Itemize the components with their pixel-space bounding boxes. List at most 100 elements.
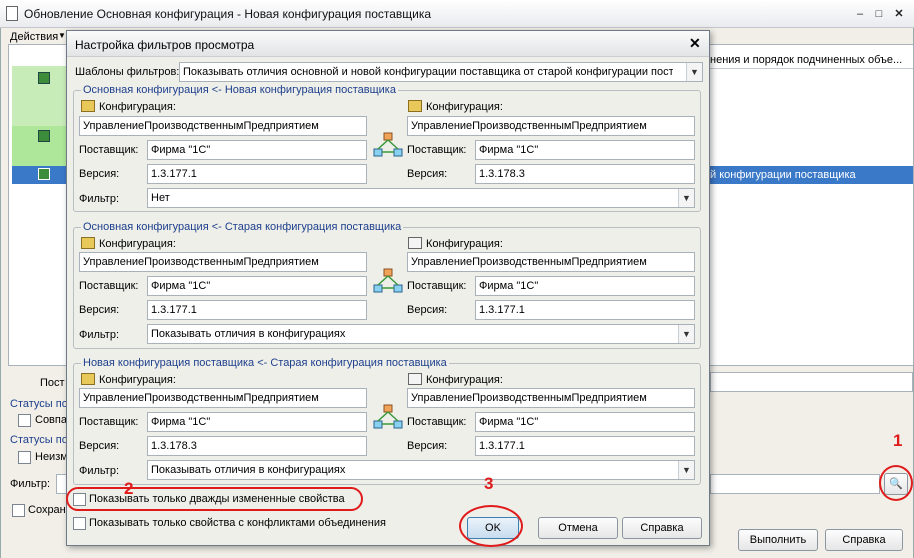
- vendor-field: Фирма "1С": [147, 412, 367, 432]
- version-label: Версия:: [407, 304, 448, 316]
- maximize-icon[interactable]: □: [871, 6, 887, 22]
- version-field: 1.3.178.3: [147, 436, 367, 456]
- compare-diagram-icon: [373, 404, 403, 430]
- config-field: УправлениеПроизводственнымПредприятием: [79, 252, 367, 272]
- filter-field-right[interactable]: [710, 474, 880, 494]
- statuses-label-1: Статусы по: [10, 398, 68, 410]
- selected-row-text: й конфигурации поставщика: [710, 169, 856, 181]
- version-field: 1.3.177.1: [147, 300, 367, 320]
- minimize-icon[interactable]: –: [852, 6, 868, 22]
- vendor-label: Поставщик:: [79, 144, 139, 156]
- conflicts-label: Показывать только свойства с конфликтами…: [89, 517, 386, 529]
- group-title: Основная конфигурация <- Старая конфигур…: [81, 221, 404, 233]
- annotation-number-1: 1: [893, 431, 903, 450]
- config-icon: [81, 237, 95, 249]
- version-label: Версия:: [79, 304, 120, 316]
- group-filter-select[interactable]: Нет ▼: [147, 188, 695, 208]
- version-field: 1.3.177.1: [147, 164, 367, 184]
- vendor-field: Фирма "1С": [475, 140, 695, 160]
- vendor-label: Поставщик:: [79, 280, 139, 292]
- match-checkbox[interactable]: [18, 414, 31, 427]
- dialog-help-button[interactable]: Справка: [622, 517, 702, 539]
- document-icon: [6, 6, 18, 21]
- vendor-field: Фирма "1С": [147, 140, 367, 160]
- version-label: Версия:: [79, 440, 120, 452]
- post-label: Пост: [40, 377, 65, 389]
- version-field: 1.3.177.1: [475, 300, 695, 320]
- save-checkbox-label: Сохран: [28, 504, 66, 516]
- chevron-down-icon[interactable]: ▼: [678, 325, 694, 343]
- unchanged-checkbox-label: Неизм: [35, 451, 68, 463]
- config-field: УправлениеПроизводственнымПредприятием: [407, 388, 695, 408]
- close-icon[interactable]: ✕: [891, 6, 907, 22]
- config-field: УправлениеПроизводственнымПредприятием: [407, 252, 695, 272]
- main-window-title: Обновление Основная конфигурация - Новая…: [24, 7, 432, 21]
- compare-diagram-icon: [373, 268, 403, 294]
- config-label: Конфигурация:: [426, 238, 503, 250]
- chevron-down-icon[interactable]: ▼: [686, 63, 702, 81]
- version-label: Версия:: [407, 440, 448, 452]
- config-label: Конфигурация:: [99, 101, 176, 113]
- annotation-circle-search: [879, 465, 913, 501]
- config-icon: [81, 100, 95, 112]
- pencil-icon: [38, 72, 50, 84]
- config-file-icon: [408, 373, 422, 385]
- post-field[interactable]: [710, 372, 913, 392]
- dialog-close-icon[interactable]: ✕: [689, 35, 701, 52]
- version-field: 1.3.177.1: [475, 436, 695, 456]
- version-label: Версия:: [407, 168, 448, 180]
- group-filter-label: Фильтр:: [79, 465, 120, 477]
- dialog-titlebar: Настройка фильтров просмотра ✕: [67, 31, 709, 57]
- conflicts-checkbox[interactable]: [73, 517, 86, 530]
- actions-menu[interactable]: Действия: [10, 31, 58, 43]
- match-checkbox-label: Совпа: [35, 414, 67, 426]
- annotation-number-3: 3: [484, 474, 494, 493]
- save-checkbox[interactable]: [12, 504, 25, 517]
- group-filter-label: Фильтр:: [79, 193, 120, 205]
- unchanged-checkbox[interactable]: [18, 451, 31, 464]
- vendor-field: Фирма "1С": [475, 412, 695, 432]
- templates-select[interactable]: Показывать отличия основной и новой конф…: [179, 62, 703, 82]
- run-button[interactable]: Выполнить: [738, 529, 818, 551]
- config-label: Конфигурация:: [99, 374, 176, 386]
- templates-label: Шаблоны фильтров:: [75, 66, 180, 78]
- main-titlebar: Обновление Основная конфигурация - Новая…: [0, 0, 914, 28]
- config-field: УправлениеПроизводственнымПредприятием: [407, 116, 695, 136]
- grid-header-line: [710, 68, 913, 69]
- dialog-title: Настройка фильтров просмотра: [75, 38, 255, 52]
- vendor-label: Поставщик:: [79, 416, 139, 428]
- group-filter-select[interactable]: Показывать отличия в конфигурациях ▼: [147, 324, 695, 344]
- vendor-label: Поставщик:: [407, 144, 467, 156]
- config-update-icon: [81, 373, 95, 385]
- filter-label: Фильтр:: [10, 478, 51, 490]
- group-title: Основная конфигурация <- Новая конфигура…: [81, 84, 398, 96]
- chevron-down-icon[interactable]: ▼: [678, 461, 694, 479]
- grid-header-right: нения и порядок подчиненных объе...: [710, 54, 903, 66]
- chevron-down-icon[interactable]: ▼: [678, 189, 694, 207]
- config-field: УправлениеПроизводственнымПредприятием: [79, 388, 367, 408]
- pencil-icon: [38, 130, 50, 142]
- cancel-button[interactable]: Отмена: [538, 517, 618, 539]
- group-filter-select[interactable]: Показывать отличия в конфигурациях ▼: [147, 460, 695, 480]
- main-help-button[interactable]: Справка: [825, 529, 903, 551]
- vendor-label: Поставщик:: [407, 416, 467, 428]
- vendor-field: Фирма "1С": [475, 276, 695, 296]
- compare-diagram-icon: [373, 132, 403, 158]
- version-field: 1.3.178.3: [475, 164, 695, 184]
- config-update-icon: [408, 100, 422, 112]
- config-label: Конфигурация:: [426, 101, 503, 113]
- config-file-icon: [408, 237, 422, 249]
- annotation-circle-ok: [459, 505, 523, 547]
- config-label: Конфигурация:: [426, 374, 503, 386]
- version-label: Версия:: [79, 168, 120, 180]
- group-title: Новая конфигурация поставщика <- Старая …: [81, 357, 449, 369]
- annotation-ellipse-checkbox: [66, 487, 363, 511]
- vendor-field: Фирма "1С": [147, 276, 367, 296]
- config-field: УправлениеПроизводственнымПредприятием: [79, 116, 367, 136]
- config-label: Конфигурация:: [99, 238, 176, 250]
- statuses-label-2: Статусы по: [10, 434, 68, 446]
- chevron-down-icon: ▼: [58, 31, 66, 40]
- pencil-icon: [38, 168, 50, 180]
- group-filter-label: Фильтр:: [79, 329, 120, 341]
- filter-settings-dialog: Настройка фильтров просмотра ✕ Шаблоны ф…: [66, 30, 710, 546]
